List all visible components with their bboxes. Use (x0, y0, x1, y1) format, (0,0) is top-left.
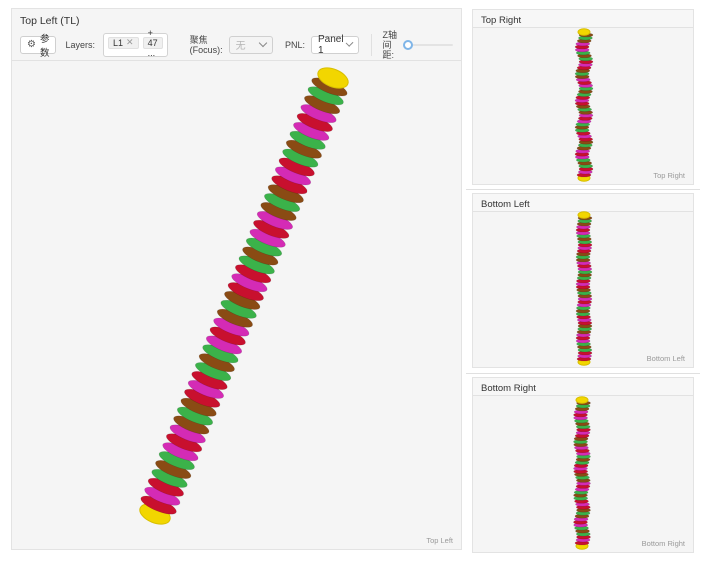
stack-render-top-right[interactable] (473, 10, 695, 186)
end-cap (575, 396, 589, 404)
viewport-bottom-left[interactable]: Bottom Left Bottom Left (472, 193, 694, 368)
viewport-top-left[interactable]: Top Left (TL) ⚙ 参数 Layers: L1 ✕ + 47 ...… (11, 8, 596, 551)
stack-render-bottom-right[interactable] (473, 378, 695, 554)
viewport-bottom-right[interactable]: Bottom Right Bottom Right (472, 377, 694, 553)
viewport-label-top-left: Top Left (426, 536, 453, 545)
end-cap (577, 211, 591, 219)
viewport-label-bottom-right: Bottom Right (641, 539, 685, 548)
viewport-label-top-right: Top Right (653, 171, 685, 180)
stack-render-bottom-left[interactable] (473, 194, 695, 369)
viewport-top-right[interactable]: Top Right Top Right (472, 9, 694, 185)
end-cap (577, 28, 591, 36)
viewport-label-bottom-left: Bottom Left (646, 354, 685, 363)
panel-divider (466, 373, 700, 374)
stack-render-top-left[interactable] (12, 9, 463, 551)
panel-divider (466, 189, 700, 190)
